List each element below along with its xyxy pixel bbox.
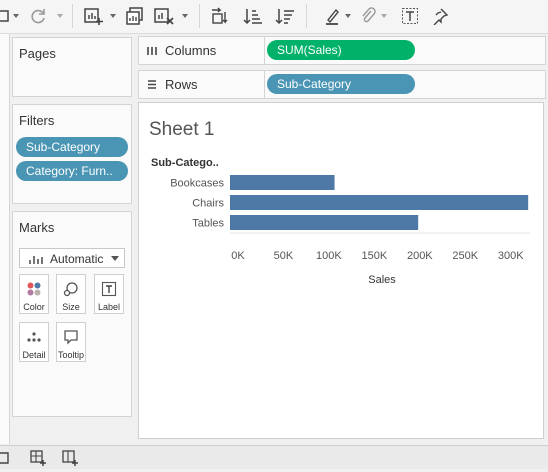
marks-title: Marks <box>19 220 55 235</box>
chevron-down-icon[interactable] <box>13 14 19 18</box>
pages-card[interactable]: Pages <box>12 37 132 97</box>
highlight-icon[interactable] <box>322 6 342 26</box>
label-button[interactable]: Label <box>94 274 124 314</box>
size-button[interactable]: Size <box>56 274 86 314</box>
new-dashboard-tab-icon[interactable] <box>62 449 80 467</box>
size-icon <box>57 278 85 300</box>
detail-label: Detail <box>22 350 46 360</box>
sort-descending-icon[interactable] <box>274 6 296 26</box>
tick-label[interactable]: 250K <box>452 250 478 262</box>
columns-shelf-label-area: Columns <box>138 36 266 65</box>
rows-pill-sub-category[interactable]: Sub-Category <box>267 74 415 94</box>
size-label: Size <box>62 302 80 312</box>
columns-pill-sum-sales[interactable]: SUM(Sales) <box>267 40 415 60</box>
tick-label[interactable]: 200K <box>407 250 433 262</box>
rows-label: Rows <box>165 77 198 92</box>
color-label: Color <box>23 302 45 312</box>
color-button[interactable]: Color <box>19 274 49 314</box>
label-icon <box>95 278 123 300</box>
chevron-down-icon[interactable] <box>345 14 351 18</box>
chevron-down-icon[interactable] <box>57 14 63 18</box>
filters-title: Filters <box>19 113 55 128</box>
rows-icon <box>148 80 156 89</box>
rows-shelf[interactable]: Sub-Category <box>264 70 546 99</box>
sheet-view[interactable]: Sheet 1 Sub-Catego.. Bookcases Chairs Tabl… <box>138 102 544 439</box>
data-source-icon[interactable] <box>0 449 14 465</box>
duplicate-icon[interactable] <box>124 6 146 26</box>
sort-ascending-icon[interactable] <box>242 6 264 26</box>
filters-card[interactable]: Filters Sub-Category Category: Furn.. <box>12 104 132 204</box>
pin-icon[interactable] <box>430 6 450 26</box>
toolbar-divider <box>306 4 307 28</box>
bar-chart: Bookcases Chairs Tables 0K 50K 100K 150K 200K 25… <box>170 175 530 286</box>
chevron-down-icon[interactable] <box>182 14 188 18</box>
tooltip-button[interactable]: Tooltip <box>56 322 86 362</box>
color-icon <box>20 278 48 300</box>
tick-label[interactable]: 0K <box>231 250 245 262</box>
side-strip <box>0 34 10 444</box>
swap-icon[interactable] <box>208 6 230 26</box>
label-label: Label <box>97 302 121 312</box>
worksheet-icon[interactable] <box>0 6 10 26</box>
x-axis-title[interactable]: Sales <box>368 274 396 286</box>
columns-icon <box>147 47 157 55</box>
category-label[interactable]: Chairs <box>192 198 224 210</box>
tick-label[interactable]: 300K <box>498 250 524 262</box>
sheet-tab-bar <box>0 445 548 469</box>
pages-title: Pages <box>19 46 56 61</box>
text-label-icon[interactable] <box>400 6 420 26</box>
mark-type-label: Automatic <box>50 252 104 266</box>
columns-shelf[interactable]: SUM(Sales) <box>264 36 546 65</box>
mark-type-dropdown[interactable]: Automatic <box>19 248 125 268</box>
attach-icon[interactable] <box>358 6 378 26</box>
tooltip-icon <box>57 326 85 348</box>
chevron-down-icon <box>111 256 119 261</box>
marks-card: Marks Automatic Color Size Label Detail … <box>12 211 132 417</box>
chevron-down-icon[interactable] <box>110 14 116 18</box>
clear-sheet-icon[interactable] <box>153 6 175 26</box>
bar[interactable] <box>230 195 529 210</box>
tick-label[interactable]: 50K <box>274 250 294 262</box>
new-worksheet-tab-icon[interactable] <box>30 449 48 467</box>
bar[interactable] <box>230 215 419 230</box>
columns-label: Columns <box>165 43 217 58</box>
toolbar-divider <box>199 4 200 28</box>
category-label[interactable]: Tables <box>192 218 224 230</box>
category-label[interactable]: Bookcases <box>170 178 224 190</box>
new-worksheet-icon[interactable] <box>82 6 104 26</box>
chevron-down-icon[interactable] <box>381 14 387 18</box>
tooltip-label: Tooltip <box>57 350 84 360</box>
detail-button[interactable]: Detail <box>19 322 49 362</box>
rows-shelf-label-area: Rows <box>138 70 266 99</box>
tick-label[interactable]: 100K <box>316 250 342 262</box>
bar-chart-icon <box>29 256 43 264</box>
detail-icon <box>20 326 48 348</box>
filter-pill-category[interactable]: Category: Furn.. <box>16 161 128 181</box>
filter-pill-sub-category[interactable]: Sub-Category <box>16 137 128 157</box>
toolbar <box>0 0 548 34</box>
tick-label[interactable]: 150K <box>362 250 388 262</box>
toolbar-divider <box>72 4 73 28</box>
refresh-icon[interactable] <box>28 6 48 26</box>
bar[interactable] <box>230 175 335 190</box>
